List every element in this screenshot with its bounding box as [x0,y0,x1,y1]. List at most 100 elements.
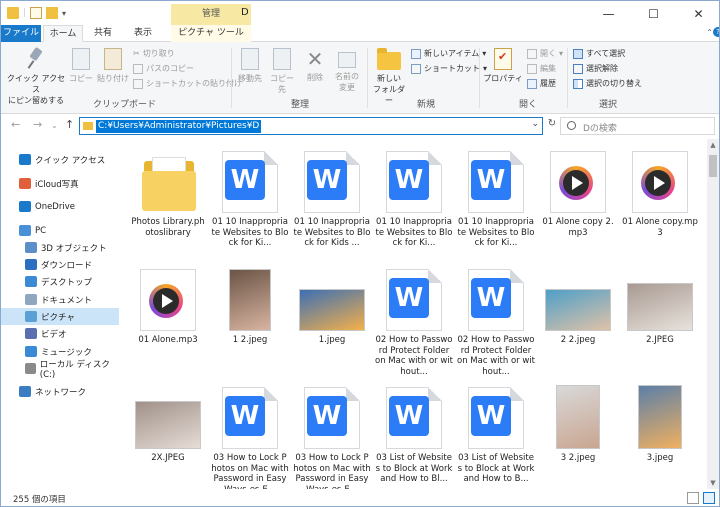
nav-item[interactable]: ダウンロード [1,256,119,273]
nav-item[interactable]: ローカル ディスク (C:) [1,359,119,380]
rename-button[interactable]: 名前の 変更 [331,48,363,93]
move-to-button[interactable]: 移動先 [235,48,265,84]
nav-item[interactable]: 3D オブジェクト [1,239,119,256]
tab-view[interactable]: 表示 [125,25,161,42]
file-item[interactable]: Photos Library.photoslibrary [129,147,207,238]
refresh-icon[interactable]: ↻ [545,118,559,134]
select-all-button[interactable]: すべて選択 [573,47,625,60]
file-item[interactable]: W 01 10 Inappropriate Websites to Block f… [375,147,453,249]
nav-item[interactable]: ネットワーク [1,383,119,400]
manage-context-tab[interactable]: 管理 [171,4,251,25]
file-item[interactable]: W 01 10 Inappropriate Websites to Block f… [293,147,371,249]
address-bar[interactable]: C:¥Users¥Administrator¥Pictures¥D ⌄ [79,117,543,135]
file-name: 2X.JPEG [151,453,185,463]
file-item[interactable]: W 02 How to Password Protect Folder on Ma… [375,265,453,377]
delete-button[interactable]: ✕ 削除 [301,48,329,83]
file-item[interactable]: W 03 List of Websites to Block at Work an… [375,383,453,485]
shortcut-button[interactable]: ショートカット ▾ [411,62,487,75]
recent-locations-icon[interactable]: ⌄ [51,121,58,130]
properties-button[interactable]: プロパティ [483,48,523,84]
paste-shortcut-button[interactable]: ショートカットの貼り付け [133,77,242,90]
file-item[interactable]: W 03 How to Lock Photos on Mac with Passw… [211,383,289,489]
window-title: D [241,7,249,18]
large-icons-view-icon[interactable] [703,492,715,504]
back-icon[interactable]: ← [11,118,20,131]
history-icon [527,78,537,89]
pc-icon [19,225,31,236]
file-item[interactable]: 3 2.jpeg [539,383,617,464]
nav-item[interactable]: iCloud写真 [1,175,119,192]
nav-item[interactable]: デスクトップ [1,273,119,290]
nav-item-label: iCloud写真 [35,179,79,190]
file-item[interactable]: W 03 How to Lock Photos on Mac with Passw… [293,383,371,489]
select-none-button[interactable]: 選択解除 [573,62,618,75]
customize-toolbar-icon[interactable]: ▾ [62,9,66,18]
cut-button[interactable]: ✂ 切り取り [133,47,175,60]
file-item[interactable]: 2X.JPEG [129,383,207,464]
file-item[interactable]: 3.jpeg [621,383,699,464]
pin-quick-access-button[interactable]: クイック アクセス にピン留めする [5,48,67,106]
file-name: 01 Alone copy 2.mp3 [542,217,614,238]
file-item[interactable]: 01 Alone copy.mp3 [621,147,699,238]
ribbon-tabs: ファイル ホーム 共有 表示 ピクチャ ツール [1,25,719,42]
invert-selection-button[interactable]: 選択の切り替え [573,77,642,90]
up-icon[interactable]: ↑ [65,118,74,131]
file-name: 2 2.jpeg [560,335,596,345]
select-none-label: 選択解除 [586,64,618,73]
tab-home[interactable]: ホーム [43,25,83,42]
file-item[interactable]: W 01 10 Inappropriate Websites to Block f… [211,147,289,249]
copy-button[interactable]: コピー [67,48,95,84]
nav-item[interactable]: ビデオ [1,325,119,342]
maximize-button[interactable]: ☐ [631,1,676,27]
image-thumbnail [229,269,271,331]
nav-item-label: 3D オブジェクト [41,243,107,254]
properties-icon[interactable] [30,7,43,19]
details-view-icon[interactable] [687,492,699,504]
tab-file[interactable]: ファイル [1,25,41,42]
nav-item-label: PC [35,225,47,236]
edit-button[interactable]: 編集 [527,62,556,75]
new-item-button[interactable]: 新しいアイテム ▾ [411,47,486,60]
close-button[interactable]: ✕ [676,1,719,27]
ribbon-collapse-icon[interactable]: ⌃ [706,28,713,37]
nav-item[interactable]: ドキュメント [1,291,119,308]
search-box[interactable]: Dの検索 [560,117,715,135]
new-folder-button[interactable]: 新しい フォルダー [371,48,407,106]
file-item[interactable]: 2.JPEG [621,265,699,346]
open-button[interactable]: 開く ▾ [527,47,563,60]
new-folder-icon[interactable] [46,7,59,19]
file-item[interactable]: 2 2.jpeg [539,265,617,346]
scrollbar-thumb[interactable] [709,155,717,177]
file-name: Photos Library.photoslibrary [131,217,205,238]
file-item[interactable]: 01 Alone.mp3 [129,265,207,346]
file-name: 1 2.jpeg [232,335,268,345]
file-item[interactable]: 1.jpeg [293,265,371,346]
desktop-icon [25,276,37,287]
history-button[interactable]: 履歴 [527,77,556,90]
tab-share[interactable]: 共有 [85,25,121,42]
cloud-icon [19,201,31,212]
scroll-up-icon[interactable]: ▲ [708,141,718,149]
help-icon[interactable]: ? [713,27,719,37]
nav-item-label: ローカル ディスク (C:) [39,359,110,380]
file-item[interactable]: W 03 List of Websites to Block at Work an… [457,383,535,485]
tab-picture-tools[interactable]: ピクチャ ツール [171,25,251,42]
minimize-button[interactable]: — [586,1,631,27]
chevron-down-icon[interactable]: ⌄ [531,119,539,129]
copy-path-button[interactable]: パスのコピー [133,62,194,75]
nav-item[interactable]: ピクチャ [1,308,119,325]
copy-to-button[interactable]: コピー先 [267,48,297,95]
file-item[interactable]: 1 2.jpeg [211,265,289,346]
file-view: Photos Library.photoslibrary W 01 10 Inapp… [123,139,707,489]
scroll-down-icon[interactable]: ▼ [708,479,718,487]
paste-button[interactable]: 貼り付け [95,48,131,84]
nav-item[interactable]: OneDrive [1,198,119,215]
file-item[interactable]: W 01 10 Inappropriate Websites to Block f… [457,147,535,249]
file-item[interactable]: 01 Alone copy 2.mp3 [539,147,617,238]
address-path[interactable]: C:¥Users¥Administrator¥Pictures¥D [96,120,262,133]
nav-item[interactable]: PC [1,222,119,239]
file-item[interactable]: W 02 How to Password Protect Folder on Ma… [457,265,535,377]
nav-item[interactable]: クイック アクセス [1,151,119,168]
vertical-scrollbar[interactable]: ▲ ▼ [707,139,719,489]
forward-icon[interactable]: → [33,118,42,131]
